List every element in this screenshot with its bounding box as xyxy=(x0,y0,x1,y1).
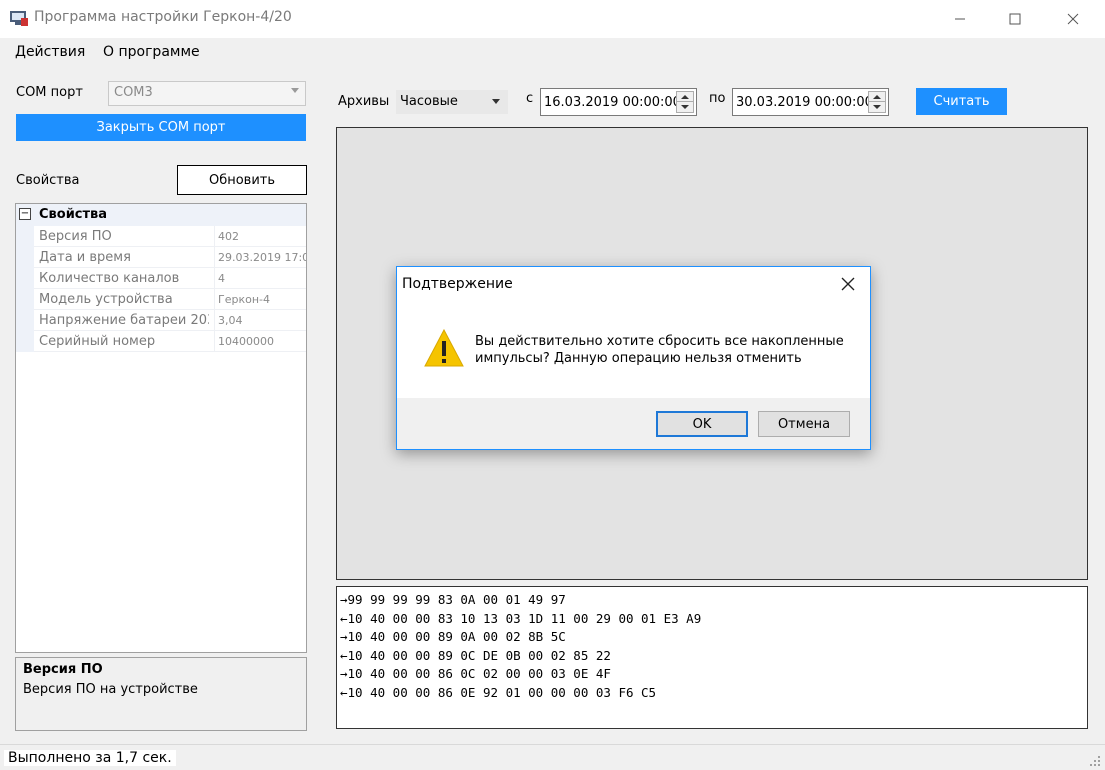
archives-select[interactable]: Часовые xyxy=(396,90,508,114)
close-com-port-button[interactable]: Закрыть COM порт xyxy=(16,114,306,141)
collapse-icon[interactable]: − xyxy=(19,208,31,220)
com-port-select[interactable]: COM3 xyxy=(108,81,306,106)
property-value: 4 xyxy=(218,272,225,285)
property-name: Дата и время xyxy=(39,250,131,265)
minimize-icon xyxy=(955,18,965,20)
property-description-text: Версия ПО на устройстве xyxy=(23,682,198,697)
date-from-label: с xyxy=(526,91,534,106)
chevron-down-icon xyxy=(492,99,500,104)
property-name: Серийный номер xyxy=(39,334,156,349)
minimize-button[interactable] xyxy=(937,0,983,38)
log-line: →99 99 99 99 83 0A 00 01 49 97 xyxy=(340,592,566,607)
confirmation-dialog: Подтвержение Вы действительно хотите сбр… xyxy=(396,266,871,450)
spin-up-icon[interactable] xyxy=(677,92,693,102)
property-value: 10400000 xyxy=(218,335,274,348)
date-from-value: 16.03.2019 00:00:00 xyxy=(544,95,681,110)
property-name: Версия ПО xyxy=(39,229,112,244)
dialog-message: Вы действительно хотите сбросить все нак… xyxy=(475,334,844,366)
date-to-picker[interactable]: 30.03.2019 00:00:00 xyxy=(732,88,889,116)
property-value: Геркон-4 xyxy=(218,293,270,306)
property-row[interactable]: Количество каналов 4 xyxy=(16,268,306,289)
menu-about[interactable]: О программе xyxy=(103,44,200,60)
date-from-spinner[interactable] xyxy=(676,91,694,113)
property-grid[interactable]: − Свойства Версия ПО 402 Дата и время 29… xyxy=(15,203,307,653)
chevron-down-icon xyxy=(291,88,299,93)
com-port-label: COM порт xyxy=(16,85,83,100)
property-row[interactable]: Модель устройства Геркон-4 xyxy=(16,289,306,310)
property-value: 3,04 xyxy=(218,314,243,327)
property-category[interactable]: − Свойства xyxy=(16,204,306,226)
status-text: Выполнено за 1,7 сек. xyxy=(4,750,176,766)
com-port-value: COM3 xyxy=(114,85,153,100)
app-icon xyxy=(9,9,29,27)
menu-actions[interactable]: Действия xyxy=(15,44,85,60)
property-category-label: Свойства xyxy=(39,207,108,222)
spin-down-icon[interactable] xyxy=(869,102,885,112)
spin-up-icon[interactable] xyxy=(869,92,885,102)
warning-icon xyxy=(423,328,465,368)
close-icon xyxy=(1067,13,1079,25)
window-title: Программа настройки Геркон-4/20 xyxy=(34,9,292,25)
log-line: ←10 40 00 00 89 0C DE 0B 00 02 85 22 xyxy=(340,647,611,663)
resize-grip-icon[interactable] xyxy=(1089,755,1101,767)
maximize-button[interactable] xyxy=(992,0,1038,38)
status-bar: Выполнено за 1,7 сек. xyxy=(0,744,1105,770)
close-icon xyxy=(841,277,855,291)
ok-button[interactable]: OK xyxy=(656,411,748,437)
cancel-button[interactable]: Отмена xyxy=(758,411,850,437)
property-row[interactable]: Версия ПО 402 xyxy=(16,226,306,247)
property-row[interactable]: Напряжение батареи 2032 3,04 xyxy=(16,310,306,331)
property-value: 29.03.2019 17:00 xyxy=(218,251,306,264)
log-line: →10 40 00 00 89 0A 00 02 8B 5C xyxy=(340,629,566,645)
dialog-close-button[interactable] xyxy=(834,272,862,296)
read-button[interactable]: Считать xyxy=(916,88,1007,115)
close-window-button[interactable] xyxy=(1050,0,1096,38)
property-value: 402 xyxy=(218,230,239,243)
refresh-button[interactable]: Обновить xyxy=(177,165,307,195)
maximize-icon xyxy=(1009,13,1021,25)
log-line: →10 40 00 00 86 0C 02 00 00 03 0E 4F xyxy=(340,666,611,682)
date-from-picker[interactable]: 16.03.2019 00:00:00 xyxy=(540,88,697,116)
property-description-title: Версия ПО xyxy=(23,662,103,677)
archives-value: Часовые xyxy=(400,94,458,109)
date-to-label: по xyxy=(709,91,726,106)
property-row[interactable]: Дата и время 29.03.2019 17:00 xyxy=(16,247,306,268)
archives-label: Архивы xyxy=(338,94,390,109)
log-line: ←10 40 00 00 83 10 13 03 1D 11 00 29 00 … xyxy=(340,610,702,626)
property-name: Напряжение батареи 2032 xyxy=(39,313,209,328)
property-row[interactable]: Серийный номер 10400000 xyxy=(16,331,306,352)
log-textbox[interactable]: →99 99 99 99 83 0A 00 01 49 97 ←10 40 00 … xyxy=(336,586,1088,729)
log-line: ←10 40 00 00 86 0E 92 01 00 00 00 03 F6 … xyxy=(340,684,657,700)
property-name: Модель устройства xyxy=(39,292,173,307)
properties-label: Свойства xyxy=(16,173,80,188)
dialog-footer: OK Отмена xyxy=(397,398,870,449)
property-name: Количество каналов xyxy=(39,271,180,286)
property-description: Версия ПО Версия ПО на устройстве xyxy=(15,657,307,731)
spin-down-icon[interactable] xyxy=(677,102,693,112)
date-to-value: 30.03.2019 00:00:00 xyxy=(736,95,873,110)
dialog-title: Подтвержение xyxy=(402,276,513,292)
date-to-spinner[interactable] xyxy=(868,91,886,113)
